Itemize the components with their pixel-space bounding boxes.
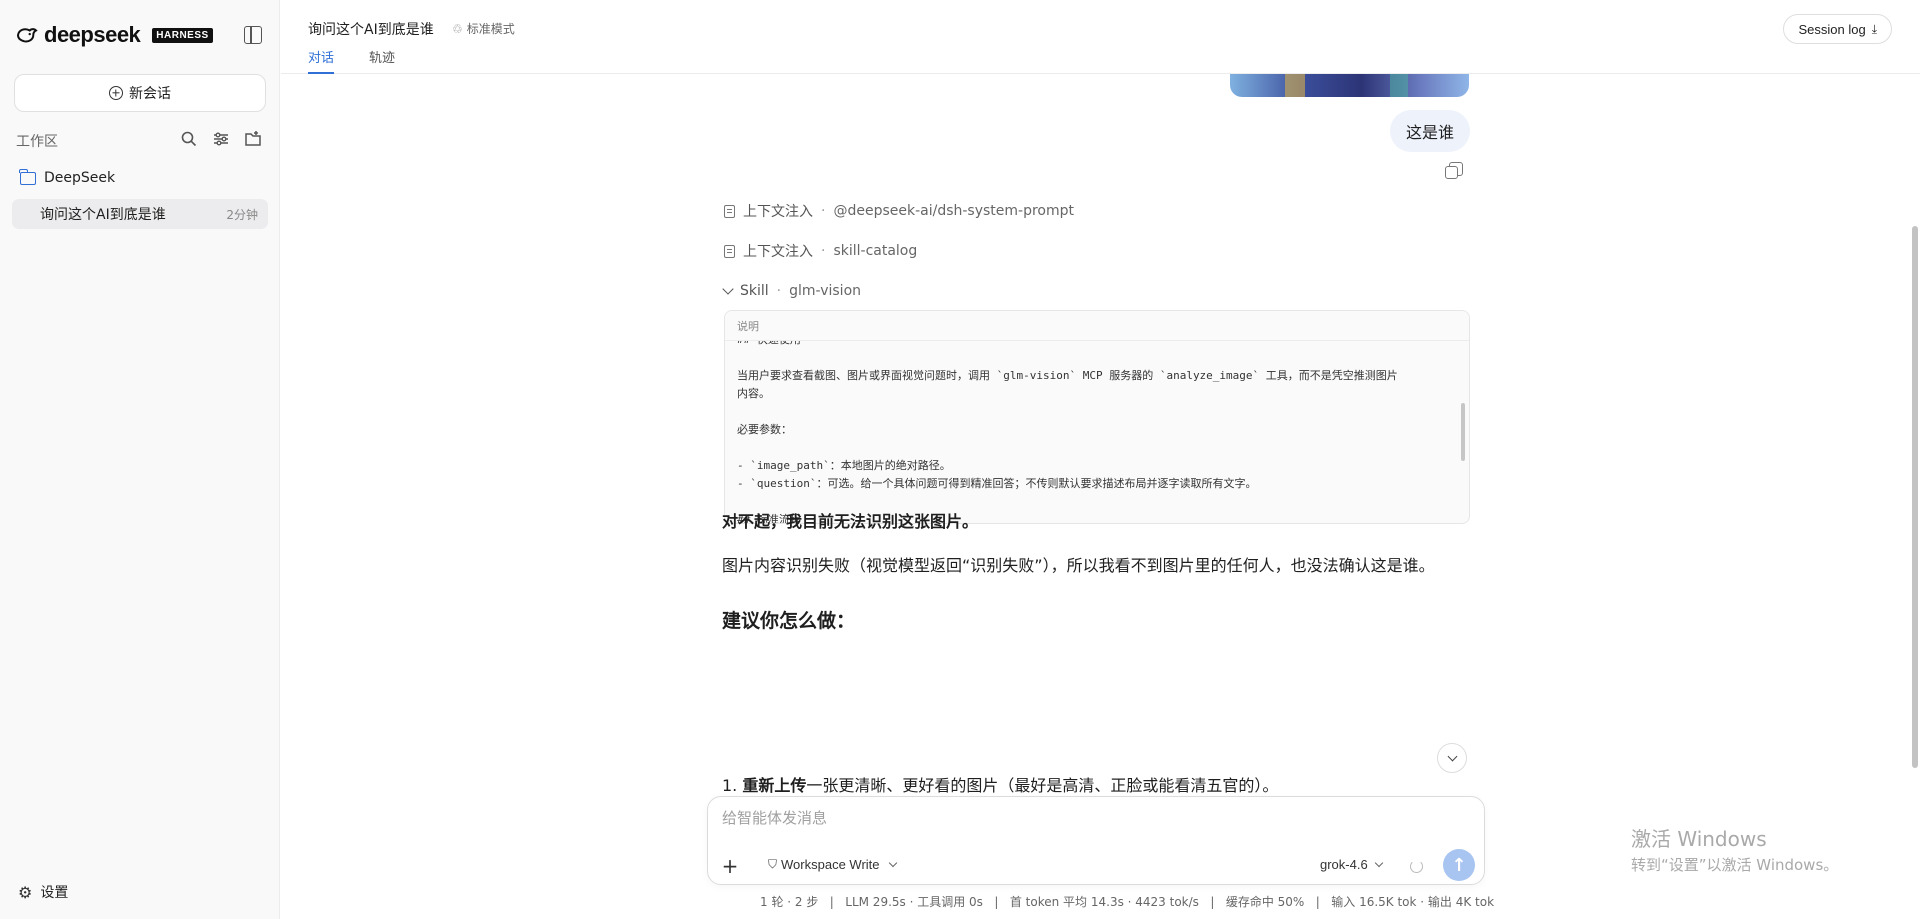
scroll-to-bottom-button[interactable] [1437, 743, 1467, 773]
permission-label: Workspace Write [781, 857, 880, 872]
context-injection-source: skill-catalog [833, 243, 918, 259]
new-chat-label: 新会话 [129, 86, 171, 102]
list-number: 1. [722, 776, 738, 795]
page-scrollbar[interactable] [1912, 226, 1918, 768]
message-input[interactable] [722, 809, 1462, 827]
session-item[interactable]: 询问这个AI到底是谁 2分钟 [12, 199, 268, 229]
sidebar-collapse-icon[interactable] [244, 26, 262, 44]
skill-description-line: - `image_path`：本地图片的绝对路径。 [737, 459, 951, 472]
session-log-button[interactable]: Session log ⤓ [1783, 14, 1892, 44]
answer-sorry: 对不起，我目前无法识别这张图片。 [722, 512, 979, 531]
send-button[interactable]: ↑ [1443, 849, 1475, 881]
folder-deepseek[interactable]: DeepSeek [19, 168, 116, 186]
plus-icon: + [721, 854, 739, 878]
chevron-down-icon [1374, 858, 1383, 868]
skill-label: Skill [740, 283, 769, 299]
chat-header: 询问这个AI到底是谁 ♲ 标准模式 对话 轨迹 Session log ⤓ [281, 0, 1920, 74]
filter-icon[interactable] [212, 130, 230, 148]
skill-box-title: 说明 [725, 311, 1469, 341]
folder-name: DeepSeek [44, 170, 116, 186]
settings-button[interactable]: ⚙ 设置 [18, 882, 68, 902]
usage-stats: 1 轮 · 2 步 | LLM 29.5s · 工具调用 0s | 首 toke… [760, 895, 1495, 909]
skill-description-line: 当用户要求查看截图、图片或界面视觉问题时，调用 `glm-vision` MCP… [737, 369, 1398, 382]
answer-list-item: 1. 重新上传一张更清晰、更好看的图片（最好是高清、正脸或能看清五官的）。 [722, 772, 1278, 796]
sidebar: deepseek HARNESS 新会话 工作区 DeepSeek 询问这个AI… [0, 0, 280, 919]
new-folder-icon[interactable] [244, 130, 262, 148]
context-injection-row[interactable]: 上下文注入 · @deepseek-ai/dsh-system-prompt [724, 201, 1074, 221]
tab-trace[interactable]: 轨迹 [369, 47, 395, 72]
skill-description-line [737, 349, 1445, 367]
brand-name: deepseek [44, 22, 141, 47]
download-icon: ⤓ [1871, 21, 1877, 36]
session-log-label: Session log [1798, 21, 1866, 37]
separator-dot: · [821, 243, 826, 259]
skill-toggle[interactable]: Skill · glm-vision [722, 283, 862, 299]
skill-description-line: 必要参数： [737, 423, 792, 436]
user-message-bubble: 这是谁 [1390, 110, 1471, 152]
loading-spinner-icon [1410, 860, 1423, 873]
skill-scrollbar[interactable] [1461, 403, 1465, 461]
skill-description-line: ## 快速使用 [737, 341, 1445, 349]
mode-indicator[interactable]: ♲ 标准模式 [452, 20, 515, 37]
gear-icon: ⚙ [18, 882, 33, 902]
mode-label: 标准模式 [466, 22, 515, 36]
skill-description-line [737, 403, 1445, 421]
brand-badge: HARNESS [152, 27, 213, 43]
arrow-up-icon: ↑ [1451, 854, 1467, 876]
new-chat-button[interactable]: 新会话 [14, 74, 266, 112]
folder-icon [19, 168, 36, 185]
separator-dot: · [776, 283, 782, 299]
tab-chat[interactable]: 对话 [308, 47, 335, 74]
answer-heading: 建议你怎么做： [722, 610, 856, 632]
session-title: 询问这个AI到底是谁 [40, 207, 166, 223]
skill-description-body[interactable]: ## 快速使用当用户要求查看截图、图片或界面视觉问题时，调用 `glm-visi… [725, 341, 1469, 523]
skill-description-line [737, 439, 1445, 457]
add-attachment-button[interactable]: + [716, 852, 744, 880]
answer-reason: 图片内容识别失败（视觉模型返回“识别失败”），所以我看不到图片里的任何人，也没法… [722, 556, 1435, 575]
permission-selector[interactable]: ⛉ Workspace Write [768, 857, 897, 872]
context-injection-label: 上下文注入 [743, 244, 813, 260]
recycle-icon: ♲ [452, 21, 463, 36]
brand-logo[interactable]: deepseek HARNESS [16, 22, 213, 48]
skill-description-line: - `question`：可选。给一个具体问题可得到精准回答；不传则默认要求描述… [737, 477, 1257, 490]
session-time: 2分钟 [226, 207, 258, 222]
context-injection-source: @deepseek-ai/dsh-system-prompt [833, 203, 1075, 219]
page-title: 询问这个AI到底是谁 [308, 22, 434, 38]
skill-description-line: 内容。 [737, 387, 770, 400]
context-injection-label: 上下文注入 [743, 204, 813, 220]
document-icon [724, 244, 735, 258]
search-icon[interactable] [180, 130, 198, 148]
windows-activation-watermark: 激活 Windows 转到“设置”以激活 Windows。 [1631, 823, 1838, 875]
copy-icon[interactable] [1445, 162, 1463, 179]
watermark-line1: 激活 Windows [1631, 827, 1767, 851]
workspace-label: 工作区 [16, 134, 58, 150]
settings-label: 设置 [40, 885, 69, 901]
user-image-thumbnail[interactable] [1230, 74, 1469, 97]
model-selector[interactable]: grok-4.6 [1320, 857, 1383, 872]
shield-icon: ⛉ [768, 857, 778, 871]
context-injection-row[interactable]: 上下文注入 · skill-catalog [724, 241, 917, 261]
whale-logo-icon [17, 28, 38, 43]
model-label: grok-4.6 [1320, 857, 1368, 872]
watermark-line2: 转到“设置”以激活 Windows。 [1631, 856, 1839, 874]
chevron-down-icon [888, 858, 897, 868]
workspace-toolbar [180, 130, 262, 148]
chevron-down-icon [722, 283, 734, 295]
separator-dot: · [821, 203, 826, 219]
list-item-strong: 重新上传 [742, 776, 807, 795]
list-item-rest: 一张更清晰、更好看的图片（最好是高清、正脸或能看清五官的）。 [806, 776, 1279, 795]
skill-description-panel: 说明 ## 快速使用当用户要求查看截图、图片或界面视觉问题时，调用 `glm-v… [724, 310, 1470, 524]
plus-circle-icon [109, 86, 123, 100]
chat-area: 这是谁 上下文注入 · @deepseek-ai/dsh-system-prom… [281, 74, 1920, 919]
document-icon [724, 204, 735, 218]
message-composer: + ⛉ Workspace Write grok-4.6 ↑ [707, 796, 1485, 885]
skill-name: glm-vision [789, 283, 862, 299]
